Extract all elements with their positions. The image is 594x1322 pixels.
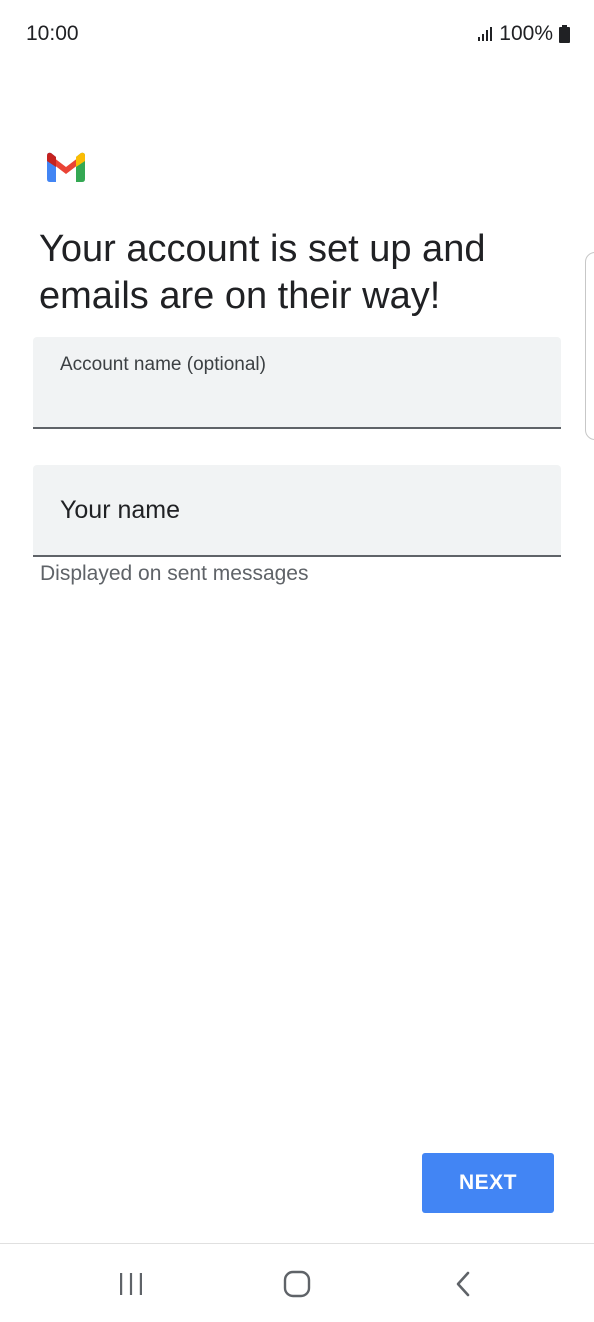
battery-icon (559, 25, 570, 43)
next-button[interactable]: NEXT (422, 1153, 554, 1213)
status-indicators: 100% (477, 22, 570, 46)
battery-percentage: 100% (499, 22, 553, 45)
account-name-label: Account name (optional) (60, 354, 266, 375)
status-bar: 10:00 100% (0, 0, 594, 70)
your-name-placeholder: Your name (60, 496, 180, 524)
home-icon[interactable] (277, 1264, 317, 1304)
your-name-helper-text: Displayed on sent messages (40, 562, 309, 585)
gmail-logo (47, 152, 85, 182)
back-icon[interactable] (443, 1264, 483, 1304)
edge-panel-handle[interactable] (585, 252, 594, 440)
navigation-bar (0, 1244, 594, 1322)
your-name-field[interactable]: Your name (33, 465, 561, 557)
account-name-field[interactable]: Account name (optional) (33, 337, 561, 429)
status-time: 10:00 (26, 22, 79, 45)
signal-icon (477, 26, 493, 42)
page-title: Your account is set up and emails are on… (39, 228, 486, 317)
recents-icon[interactable] (111, 1264, 151, 1304)
